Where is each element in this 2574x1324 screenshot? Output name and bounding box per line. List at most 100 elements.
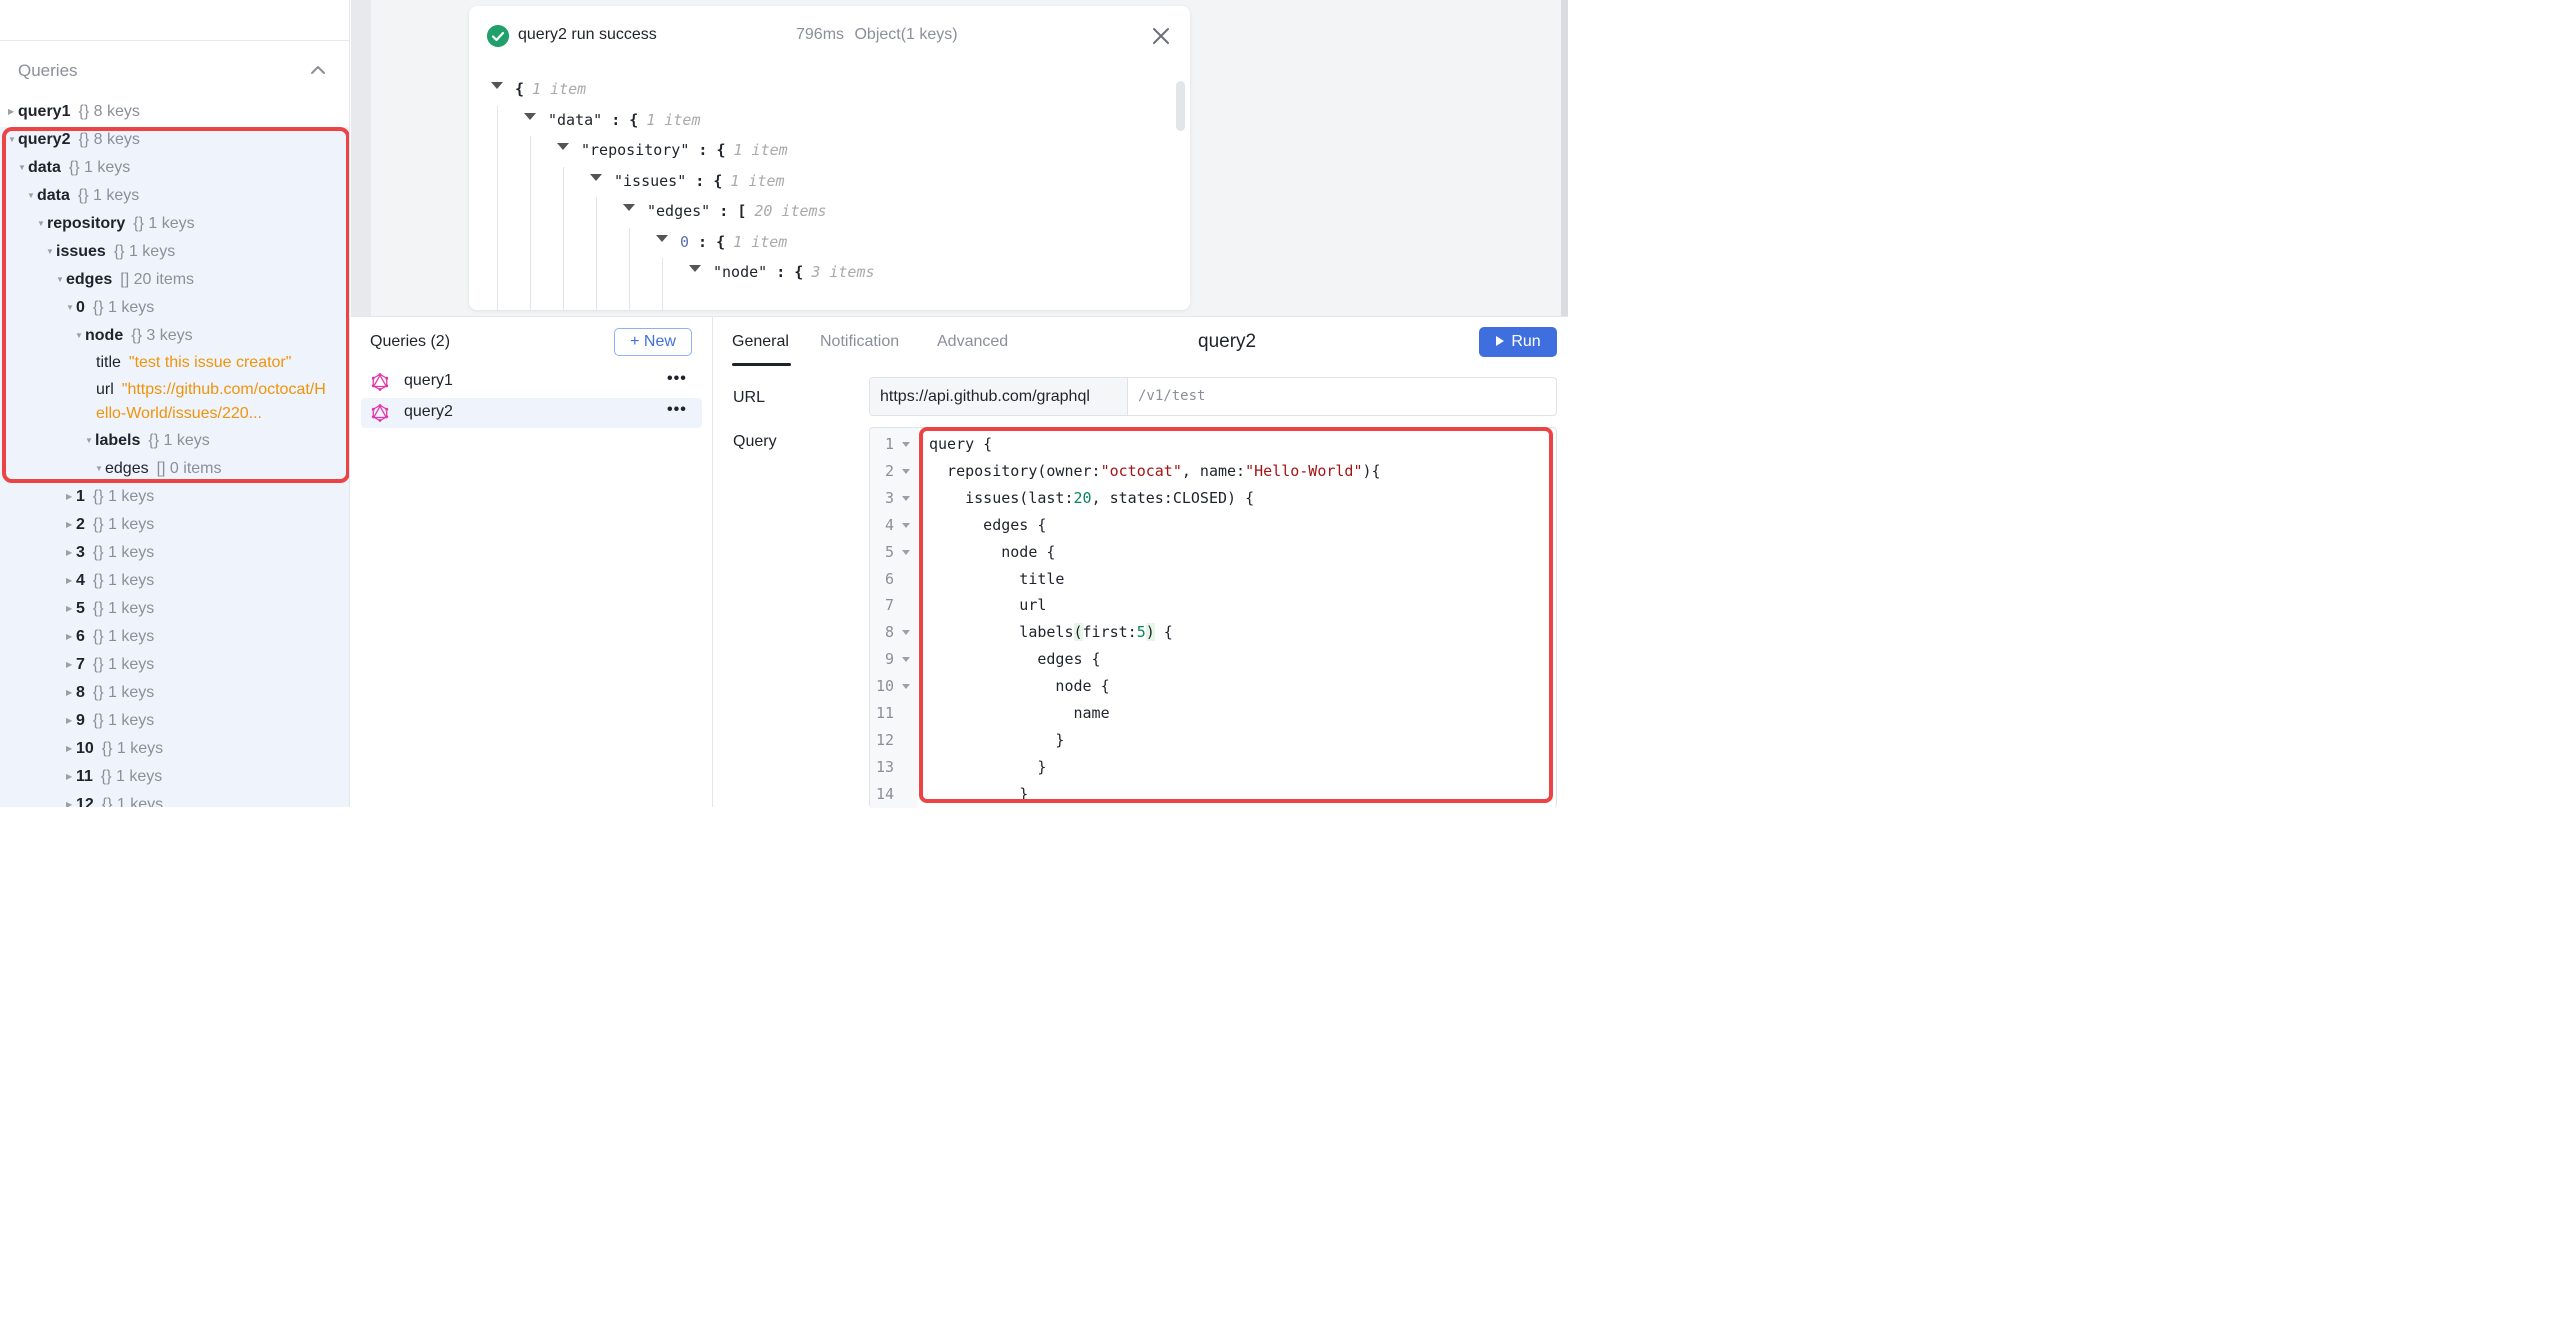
caret-right-icon[interactable]: ▶	[66, 512, 76, 538]
json-bracket: {	[716, 141, 726, 159]
tree-node[interactable]: ▶ 2 {} 1 keys	[66, 512, 154, 538]
fold-arrow-icon[interactable]	[902, 468, 910, 474]
result-scrollbar[interactable]	[1176, 81, 1185, 131]
caret-right-icon[interactable]: ▶	[66, 624, 76, 650]
more-options-icon[interactable]: •••	[667, 370, 687, 388]
new-query-button[interactable]: + New	[614, 328, 692, 356]
json-count: 1 item	[730, 171, 785, 190]
tree-node[interactable]: ▶ 10 {} 1 keys	[66, 736, 163, 762]
caret-down-icon[interactable]	[623, 204, 635, 211]
tree-node[interactable]: ▶ 9 {} 1 keys	[66, 708, 154, 734]
line-number: 1	[884, 435, 894, 453]
fold-arrow-icon[interactable]	[902, 549, 910, 555]
caret-right-icon[interactable]: ▶	[66, 596, 76, 622]
tree-node[interactable]: ▶ 8 {} 1 keys	[66, 680, 154, 706]
tree-node-meta: {} 1 keys	[92, 684, 155, 701]
json-key: "node"	[713, 263, 768, 281]
chevron-up-icon[interactable]	[308, 60, 328, 80]
fold-arrow-icon[interactable]	[902, 522, 910, 528]
caret-right-icon[interactable]: ▶	[66, 736, 76, 762]
fold-arrow-icon[interactable]	[902, 684, 910, 690]
fold-arrow-icon[interactable]	[902, 630, 910, 636]
tree-node[interactable]: ▶ 6 {} 1 keys	[66, 624, 154, 650]
tree-node[interactable]: ▶ query1 {} 8 keys	[8, 99, 140, 125]
indent-guide	[596, 197, 597, 310]
tree-node[interactable]: ▶ 3 {} 1 keys	[66, 540, 154, 566]
indent-guide	[497, 105, 498, 310]
caret-right-icon[interactable]: ▶	[66, 680, 76, 706]
sidebar-divider	[0, 40, 349, 41]
caret-right-icon[interactable]: ▶	[8, 99, 18, 125]
tree-node-key: 12	[76, 796, 94, 807]
query-list-item[interactable]: query2 •••	[361, 398, 702, 428]
url-path-input[interactable]: /v1/test	[1138, 378, 1205, 415]
run-button[interactable]: Run	[1479, 327, 1557, 357]
tab-general[interactable]: General	[732, 333, 789, 351]
caret-down-icon[interactable]	[590, 173, 602, 181]
caret-right-icon[interactable]: ▶	[66, 764, 76, 790]
json-colon: :	[689, 232, 717, 251]
tree-node[interactable]: ▶ 1 {} 1 keys	[66, 484, 154, 510]
line-number: 4	[884, 515, 894, 534]
json-count: 3 items	[811, 263, 875, 281]
tree-node[interactable]: ▶ 5 {} 1 keys	[66, 596, 154, 622]
caret-right-icon[interactable]: ▶	[66, 540, 76, 566]
tree-node[interactable]: ▶ 11 {} 1 keys	[66, 764, 162, 790]
caret-right-icon[interactable]: ▶	[66, 792, 76, 807]
fold-arrow-icon[interactable]	[902, 442, 910, 447]
caret-right-icon[interactable]: ▶	[66, 708, 76, 734]
query-list-item[interactable]: query1 •••	[361, 367, 702, 397]
caret-down-icon[interactable]	[524, 112, 536, 120]
tree-node-meta: {} 1 keys	[92, 656, 155, 673]
line-number: 13	[875, 757, 894, 776]
tree-node-key: 9	[76, 712, 85, 729]
json-bracket: {	[515, 80, 525, 98]
json-row: 0 : {1 item	[656, 230, 787, 254]
page-scrollbar[interactable]	[1561, 0, 1568, 316]
caret-right-icon[interactable]: ▶	[66, 652, 76, 678]
caret-right-icon[interactable]: ▶	[66, 568, 76, 594]
line-number: 6	[884, 569, 894, 588]
tree-node[interactable]: ▶ 7 {} 1 keys	[66, 652, 154, 678]
fold-arrow-icon[interactable]	[902, 657, 910, 663]
caret-down-icon[interactable]	[656, 234, 668, 242]
json-key: "issues"	[614, 171, 687, 190]
line-number: 14	[875, 784, 894, 803]
tree-node[interactable]: ▶ 4 {} 1 keys	[66, 568, 154, 594]
query-list-item-label: query2	[404, 403, 453, 420]
caret-down-icon[interactable]	[689, 265, 701, 272]
caret-down-icon[interactable]	[557, 143, 569, 150]
tree-node-key: 8	[76, 684, 85, 701]
indent-guide	[563, 166, 564, 310]
sidebar: Queries ▶ query1{} 8 keys ▼ query2{} 8 keys…	[0, 0, 350, 807]
json-row: "issues" : {1 item	[590, 169, 785, 193]
line-number: 5	[884, 542, 894, 561]
indent-guide	[662, 258, 663, 310]
tree-node-key: 2	[76, 516, 85, 533]
caret-right-icon[interactable]: ▶	[66, 484, 76, 510]
line-number: 8	[884, 623, 894, 642]
query-list-item-label: query1	[404, 372, 453, 389]
line-number: 9	[884, 650, 894, 669]
line-number: 11	[875, 704, 894, 722]
active-tab-indicator	[732, 363, 791, 366]
code-gutter: 1 2 3 4 5 6 7 8 9 10 11 12 13 14	[870, 428, 918, 808]
tree-node-key: 4	[76, 572, 85, 589]
tree-node-meta: {} 1 keys	[92, 488, 155, 505]
result-meta: 796ms Object(1 keys)	[796, 26, 958, 44]
url-field[interactable]: https://api.github.com/graphql /v1/test	[869, 377, 1557, 416]
json-row: "edges" : [20 items	[623, 199, 827, 223]
url-base: https://api.github.com/graphql	[870, 378, 1128, 415]
tree-node-meta: {} 1 keys	[101, 796, 164, 807]
fold-arrow-icon[interactable]	[902, 495, 910, 501]
json-row: {1 item	[491, 77, 586, 101]
graphql-icon	[371, 373, 389, 391]
more-options-icon[interactable]: •••	[667, 401, 687, 419]
close-icon[interactable]	[1150, 25, 1172, 47]
play-icon	[1496, 336, 1505, 346]
tab-notification[interactable]: Notification	[820, 333, 899, 351]
json-key: "edges"	[647, 202, 711, 220]
tab-advanced[interactable]: Advanced	[937, 333, 1008, 351]
caret-down-icon[interactable]	[491, 82, 503, 89]
tree-node[interactable]: ▶ 12 {} 1 keys	[66, 792, 163, 807]
